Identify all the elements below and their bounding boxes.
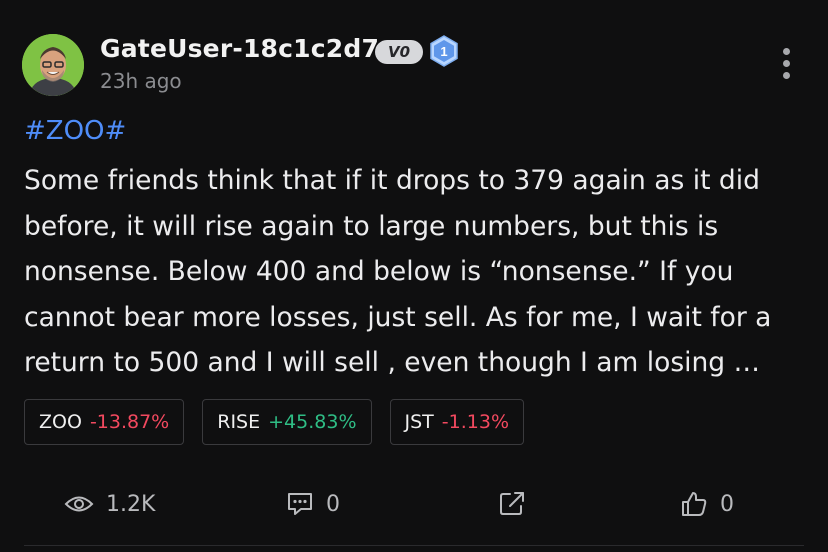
ticker-symbol: JST (404, 411, 434, 433)
post-hashtag[interactable]: #ZOO# (24, 116, 126, 146)
post-divider (24, 545, 804, 546)
thumbs-up-icon (682, 492, 707, 516)
more-vertical-icon[interactable] (780, 48, 792, 84)
ticker-symbol: ZOO (39, 411, 82, 433)
ticker-change: +45.83% (268, 411, 357, 433)
post-body-text[interactable]: Some friends think that if it drops to 3… (24, 158, 814, 386)
likes-count: 0 (720, 491, 734, 517)
post-timestamp: 23h ago (100, 69, 182, 93)
ticker-chip-zoo[interactable]: ZOO -13.87% (24, 399, 185, 445)
ticker-chip-rise[interactable]: RISE +45.83% (202, 399, 372, 445)
ticker-list: ZOO -13.87% RISE +45.83% JST -1.13% (24, 399, 524, 445)
eye-icon (64, 496, 94, 512)
vip-level-badge: V0 (375, 40, 423, 64)
hexagon-badge-icon: 1 (430, 35, 458, 67)
level-number: 1 (440, 44, 447, 59)
comments-count: 0 (326, 491, 340, 517)
ticker-change: -1.13% (441, 411, 509, 433)
share-icon (500, 492, 524, 515)
share-button[interactable] (498, 484, 526, 524)
avatar[interactable] (22, 34, 84, 96)
ticker-symbol: RISE (217, 411, 261, 433)
like-button[interactable]: 0 (680, 484, 734, 524)
author-username[interactable]: GateUser-18c1c2d7 (100, 34, 379, 63)
comment-button[interactable]: 0 (286, 484, 340, 524)
ticker-change: -13.87% (89, 411, 170, 433)
avatar-image (22, 34, 84, 96)
post-card: GateUser-18c1c2d7 V0 1 23h ago #ZOO# Som… (0, 0, 828, 552)
level-badge: 1 (429, 35, 459, 67)
ticker-chip-jst[interactable]: JST -1.13% (389, 399, 524, 445)
comment-icon (288, 493, 312, 515)
views-counter: 1.2K (64, 484, 155, 524)
views-count: 1.2K (106, 491, 156, 517)
